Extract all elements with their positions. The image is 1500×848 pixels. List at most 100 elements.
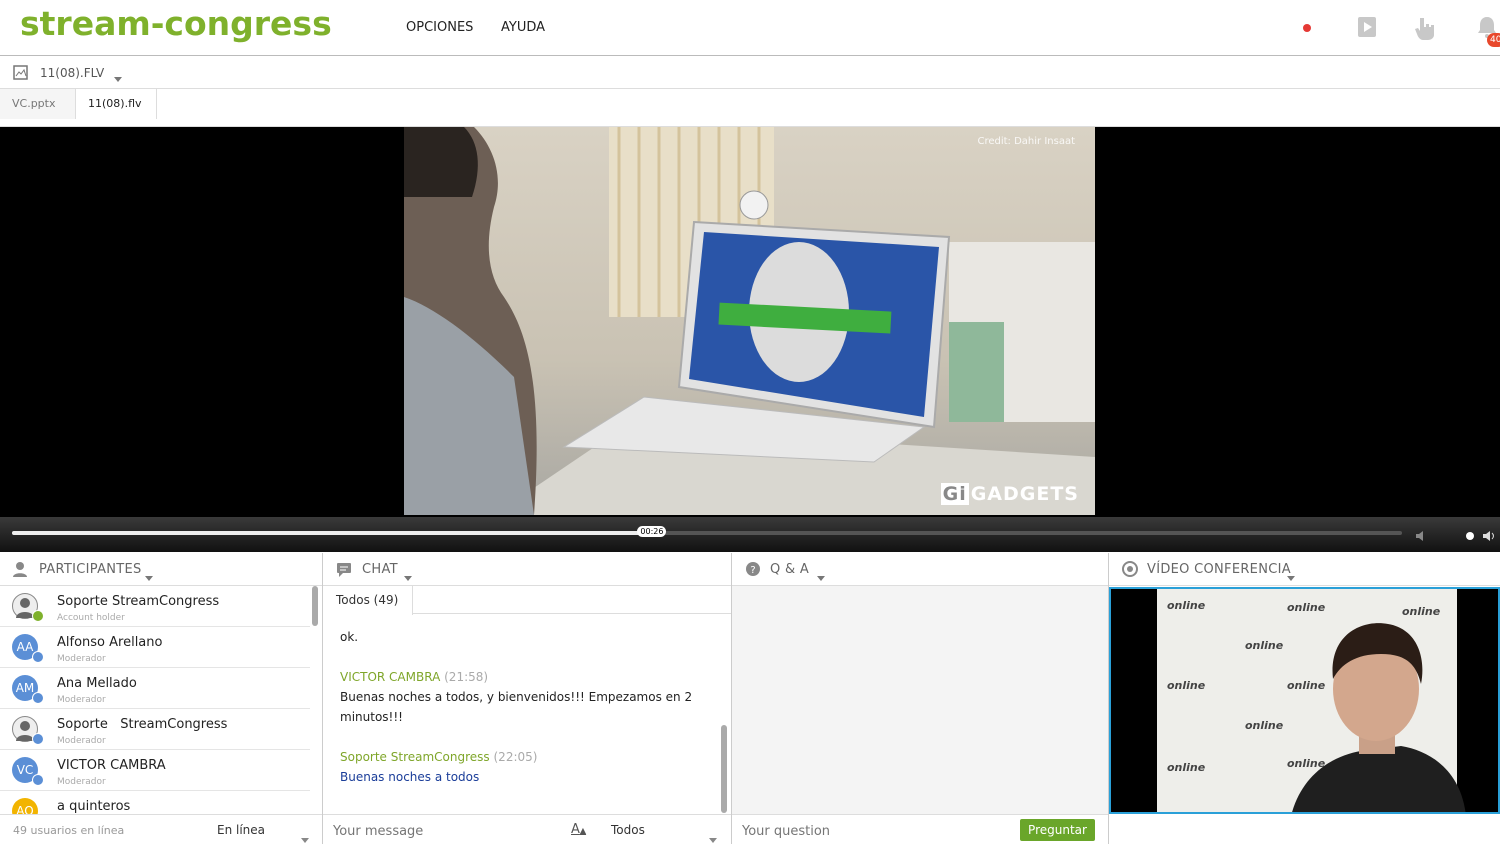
gadgets-logo-mark: Gi — [940, 483, 969, 505]
list-item[interactable]: AQ a quinteros — [0, 791, 310, 814]
presenter-figure — [1292, 623, 1466, 812]
participants-footer: 49 usuarios en línea En línea — [0, 814, 322, 844]
file-bar: 11(08).FLV — [0, 56, 1500, 89]
video-progress-bar[interactable] — [12, 531, 1402, 535]
chat-message-text: ok. — [340, 630, 359, 644]
chevron-down-icon[interactable] — [301, 829, 309, 848]
participant-role: Moderador — [57, 777, 106, 787]
list-item[interactable]: Soporte StreamCongress Account holder — [0, 586, 310, 627]
status-badge — [32, 651, 44, 663]
chat-input-bar: A▲ Todos — [323, 814, 731, 844]
participant-name: Alfonso Arellano — [57, 635, 163, 650]
chat-messages: ok. VICTOR CAMBRA (21:58) Buenas noches … — [323, 615, 731, 814]
video-player[interactable]: Credit: Dahir Insaat Gi GADGETS 00:26 — [0, 127, 1500, 552]
chat-message-input[interactable] — [333, 821, 553, 841]
participant-role: Account holder — [57, 613, 125, 623]
chat-title: CHAT — [362, 562, 398, 577]
online-count: 49 usuarios en línea — [13, 824, 125, 837]
chat-author-name: Soporte StreamCongress — [340, 750, 490, 764]
camera-target-icon — [1122, 561, 1138, 581]
tab-vc-pptx[interactable]: VC.pptx — [0, 89, 76, 119]
participant-role: Moderador — [57, 654, 106, 664]
video-controls: 00:26 — [0, 517, 1500, 552]
list-item[interactable]: Soporte StreamCongress Moderador — [0, 709, 310, 750]
participant-name: Soporte StreamCongress — [57, 594, 220, 609]
gadgets-watermark: Gi GADGETS — [940, 483, 1079, 505]
qa-list — [732, 586, 1108, 814]
chat-message-text: Buenas noches a todos — [340, 770, 480, 784]
participant-role: Moderador — [57, 695, 106, 705]
question-icon: ? — [745, 561, 761, 581]
status-badge — [32, 733, 44, 745]
volume-knob-icon[interactable] — [1464, 527, 1476, 546]
volume-high-icon[interactable] — [1482, 527, 1496, 546]
chat-message-text: minutos!!! — [340, 710, 403, 724]
participant-name: Ana Mellado — [57, 676, 137, 691]
top-bar: stream-congress OPCIONES AYUDA 40 — [0, 0, 1500, 56]
font-style-icon[interactable]: A▲ — [571, 822, 586, 837]
chat-tab-bar: Todos (49) — [323, 586, 731, 615]
chat-tab-todos[interactable]: Todos (49) — [323, 586, 413, 615]
chat-message-author: VICTOR CAMBRA (21:58) — [340, 670, 488, 684]
qa-question-input[interactable] — [742, 821, 1002, 841]
volume-low-icon[interactable] — [1415, 527, 1427, 546]
chat-message-text: Buenas noches a todos, y bienvenidos!!! … — [340, 690, 693, 704]
qa-input-bar: Preguntar — [732, 814, 1108, 844]
chevron-down-icon[interactable] — [1287, 567, 1295, 586]
chevron-down-icon[interactable] — [817, 567, 825, 586]
video-time: 00:26 — [637, 526, 667, 537]
participants-title: PARTICIPANTES — [39, 562, 142, 577]
user-icon — [12, 561, 28, 581]
play-presentation-icon[interactable] — [1355, 14, 1381, 40]
ask-question-button[interactable]: Preguntar — [1020, 819, 1095, 841]
chat-author-name: VICTOR CAMBRA — [340, 670, 441, 684]
video-progress-fill — [12, 531, 652, 535]
video-credit: Credit: Dahir Insaat — [977, 136, 1075, 147]
chat-recipient-select[interactable]: Todos — [611, 823, 645, 837]
participants-scrollbar[interactable] — [312, 586, 318, 626]
status-badge — [32, 610, 44, 622]
participants-header[interactable]: PARTICIPANTES — [0, 553, 322, 586]
svg-text:?: ? — [750, 565, 755, 576]
document-tabs: VC.pptx 11(08).flv — [0, 89, 1500, 127]
font-style-glyph: A — [571, 822, 580, 837]
list-item[interactable]: AM Ana Mellado Moderador — [0, 668, 310, 709]
participant-name: VICTOR CAMBRA — [57, 758, 166, 773]
chat-header[interactable]: CHAT — [323, 553, 731, 586]
nav-ayuda[interactable]: AYUDA — [501, 20, 545, 35]
chevron-down-icon[interactable] — [145, 567, 153, 586]
video-frame: Credit: Dahir Insaat Gi GADGETS — [404, 127, 1095, 515]
status-badge — [32, 774, 44, 786]
participants-list[interactable]: Soporte StreamCongress Account holder AA… — [0, 586, 322, 814]
participant-name: a quinteros — [57, 799, 131, 814]
current-file-name[interactable]: 11(08).FLV — [40, 66, 104, 80]
image-file-icon — [13, 65, 28, 84]
status-select[interactable]: En línea — [217, 823, 265, 837]
videoconf-header[interactable]: VÍDEO CONFERENCIA — [1109, 553, 1500, 586]
gadgets-watermark-text: GADGETS — [970, 483, 1079, 505]
videoconf-title: VÍDEO CONFERENCIA — [1147, 562, 1291, 577]
tab-flv[interactable]: 11(08).flv — [76, 89, 157, 119]
chat-message-author: Soporte StreamCongress (22:05) — [340, 750, 537, 764]
videoconf-feed[interactable]: online online online online online onlin… — [1109, 587, 1500, 814]
participant-role: Moderador — [57, 736, 106, 746]
list-item[interactable]: VC VICTOR CAMBRA Moderador — [0, 750, 310, 791]
qa-title: Q & A — [770, 562, 810, 577]
raise-hand-icon[interactable] — [1412, 14, 1438, 40]
chevron-down-icon[interactable] — [114, 68, 122, 87]
chat-scrollbar[interactable] — [721, 725, 727, 813]
nav-opciones[interactable]: OPCIONES — [406, 20, 473, 35]
participant-name: Soporte StreamCongress — [57, 717, 228, 732]
status-badge — [32, 692, 44, 704]
stream-congress-logo[interactable]: stream-congress — [20, 4, 332, 43]
chat-bubble-icon — [336, 562, 352, 581]
chat-message-time: (22:05) — [493, 750, 538, 764]
chevron-down-icon[interactable] — [404, 567, 412, 586]
avatar: AQ — [12, 798, 38, 814]
list-item[interactable]: AA Alfonso Arellano Moderador — [0, 627, 310, 668]
notification-count-badge: 40 — [1487, 33, 1500, 47]
qa-header[interactable]: ? Q & A — [732, 553, 1108, 586]
video-scene — [404, 127, 1095, 515]
chevron-down-icon[interactable] — [709, 829, 717, 848]
record-indicator-icon[interactable] — [1298, 20, 1316, 38]
